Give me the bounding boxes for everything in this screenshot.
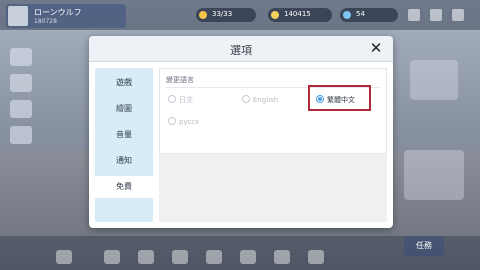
mail-icon[interactable] — [408, 9, 420, 21]
radio-icon — [242, 95, 250, 103]
nav-icon — [56, 250, 72, 264]
resource-stamina: 33/33 — [196, 8, 256, 22]
tab-graphics[interactable]: 繪圖 — [95, 98, 153, 120]
language-panel: 變更語言 日文 English 繁體中文 русск — [159, 68, 387, 154]
selection-highlight-box — [308, 85, 371, 111]
close-icon: ✕ — [369, 39, 383, 57]
side-button-2[interactable] — [10, 74, 32, 92]
tab-game[interactable]: 遊戲 — [95, 72, 153, 94]
nav-icon — [172, 250, 188, 264]
options-dialog: 選項 ✕ 遊戲 繪圖 音量 通知 免費 變更語言 日文 English 繁體中文… — [89, 36, 393, 228]
section-label-language: 變更語言 — [166, 76, 194, 84]
side-button-1[interactable] — [10, 48, 32, 66]
bottom-nav-item[interactable] — [98, 250, 126, 266]
radio-icon — [168, 117, 176, 125]
resource-coins: 140415 — [268, 8, 332, 22]
player-name: ローンウルフ — [34, 8, 82, 17]
side-button-3[interactable] — [10, 100, 32, 118]
event-banner[interactable] — [410, 60, 458, 100]
coin-icon — [271, 11, 279, 19]
tab-notifications[interactable]: 通知 — [95, 150, 153, 172]
language-option-russian[interactable]: русск — [168, 117, 200, 126]
stamina-icon — [199, 11, 207, 19]
resource-coins-value: 140415 — [284, 10, 311, 18]
nav-icon — [274, 250, 290, 264]
bottom-bar: 任務 — [0, 236, 480, 270]
quest-button[interactable]: 任務 — [404, 236, 444, 256]
settings-icon[interactable] — [452, 9, 464, 21]
resource-gems-value: 54 — [356, 10, 365, 18]
tab-volume[interactable]: 音量 — [95, 124, 153, 146]
bottom-nav-item[interactable] — [132, 250, 160, 266]
tab-free[interactable]: 免費 — [95, 176, 153, 198]
nav-icon — [104, 250, 120, 264]
bottom-nav-item[interactable] — [268, 250, 296, 266]
language-option-english[interactable]: English — [242, 95, 278, 104]
resource-stamina-value: 33/33 — [212, 10, 233, 18]
bottom-nav-item[interactable] — [50, 250, 78, 266]
player-card[interactable]: ローンウルフ 180728 — [6, 4, 126, 28]
nav-icon — [240, 250, 256, 264]
side-decoration — [404, 150, 464, 200]
bottom-nav-item[interactable] — [302, 250, 330, 266]
menu-icon[interactable] — [430, 9, 442, 21]
nav-icon — [138, 250, 154, 264]
top-hud: ローンウルフ 180728 33/33 140415 54 — [0, 0, 480, 30]
bottom-nav-item[interactable] — [166, 250, 194, 266]
side-button-4[interactable] — [10, 126, 32, 144]
dialog-title: 選項 — [230, 44, 252, 57]
nav-icon — [206, 250, 222, 264]
avatar — [8, 6, 28, 26]
close-button[interactable]: ✕ — [367, 39, 385, 57]
options-sidebar: 遊戲 繪圖 音量 通知 免費 — [95, 68, 153, 222]
gem-icon — [343, 11, 351, 19]
nav-icon — [308, 250, 324, 264]
radio-icon — [168, 95, 176, 103]
bottom-nav-item[interactable] — [200, 250, 228, 266]
dialog-header: 選項 ✕ — [89, 36, 393, 62]
bottom-nav-item[interactable] — [234, 250, 262, 266]
resource-gems: 54 — [340, 8, 398, 22]
player-id: 180728 — [34, 18, 57, 25]
language-option-japanese[interactable]: 日文 — [168, 95, 193, 105]
options-content: 變更語言 日文 English 繁體中文 русск — [159, 68, 387, 222]
